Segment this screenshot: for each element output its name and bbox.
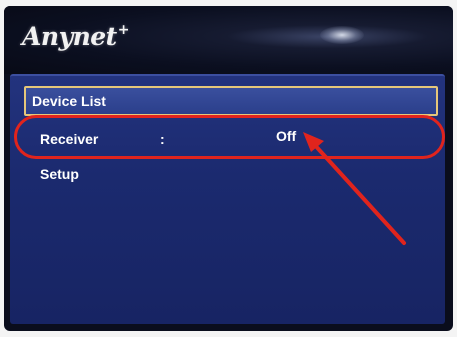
menu-item-setup[interactable]: Setup	[20, 160, 440, 188]
anynet-logo: Anynet+	[22, 22, 129, 51]
menu-item-receiver[interactable]: Receiver : Off	[20, 125, 440, 153]
menu-item-label: Receiver	[40, 131, 99, 147]
anynet-menu-panel: Device List Receiver : Off Setup	[10, 74, 445, 324]
screen-glare	[320, 26, 364, 44]
receiver-separator: :	[160, 131, 165, 147]
logo-plus: +	[117, 22, 130, 38]
anynet-header: Anynet+	[4, 6, 453, 74]
menu-item-label: Device List	[32, 93, 106, 109]
menu-item-label: Setup	[40, 166, 79, 182]
tv-screen: Anynet+ Device List Receiver : Off Setup	[4, 6, 453, 331]
logo-text: Anynet	[22, 22, 117, 51]
menu-item-device-list[interactable]: Device List	[24, 86, 438, 116]
receiver-value: Off	[276, 128, 297, 144]
